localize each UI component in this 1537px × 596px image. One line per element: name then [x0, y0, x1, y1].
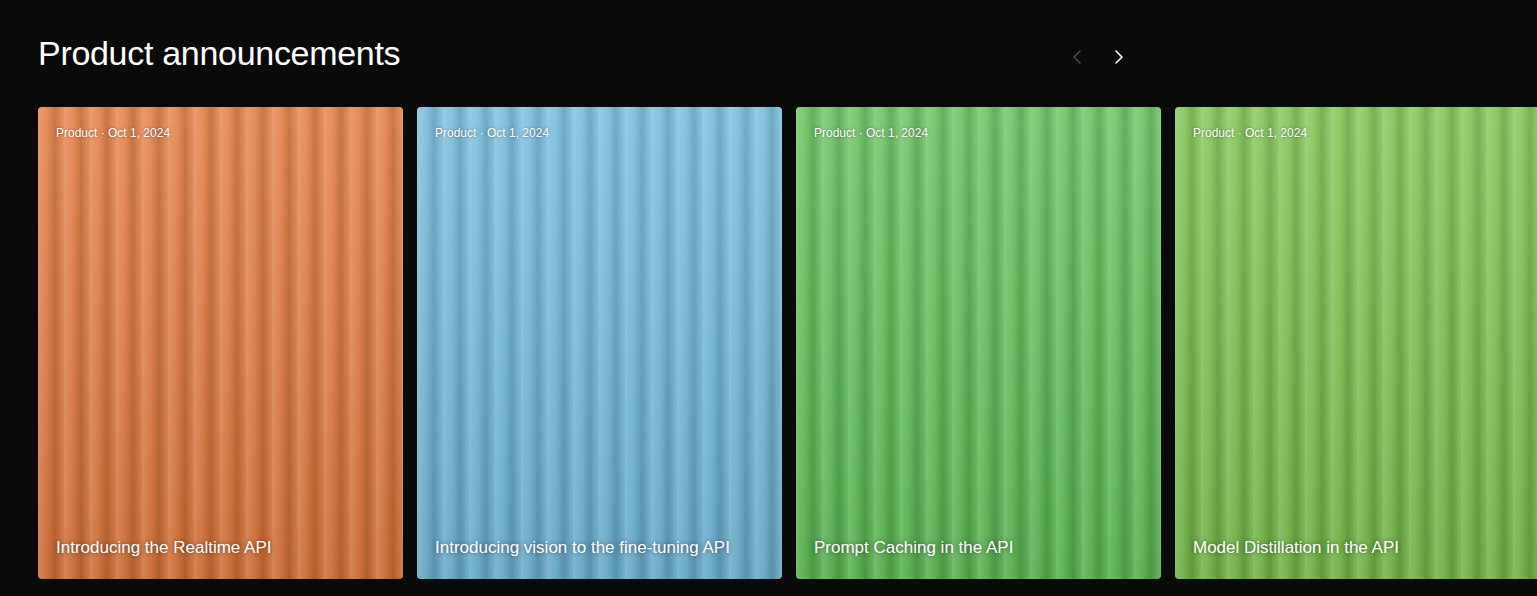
announcement-card[interactable]: Product · Oct 1, 2024 Prompt Caching in … [796, 107, 1161, 579]
card-meta: Product · Oct 1, 2024 [56, 126, 385, 140]
card-artwork [796, 107, 1161, 579]
section-header: Product announcements [38, 30, 1132, 76]
announcement-card[interactable]: Product · Oct 1, 2024 Introducing vision… [417, 107, 782, 579]
section-title: Product announcements [38, 34, 400, 73]
card-carousel: Product · Oct 1, 2024 Introducing the Re… [38, 107, 1537, 579]
card-meta: Product · Oct 1, 2024 [435, 126, 764, 140]
card-artwork [1175, 107, 1537, 579]
prev-button[interactable] [1064, 43, 1092, 71]
chevron-right-icon [1111, 49, 1125, 65]
next-button[interactable] [1104, 43, 1132, 71]
card-artwork [417, 107, 782, 579]
card-title: Introducing vision to the fine-tuning AP… [435, 537, 764, 558]
card-meta: Product · Oct 1, 2024 [1193, 126, 1522, 140]
card-title: Introducing the Realtime API [56, 537, 385, 558]
chevron-left-icon [1071, 49, 1085, 65]
page: Product announcements Product · Oct 1, 2… [0, 0, 1537, 596]
card-title: Prompt Caching in the API [814, 537, 1143, 558]
carousel-nav [1064, 35, 1132, 71]
card-meta: Product · Oct 1, 2024 [814, 126, 1143, 140]
card-title: Model Distillation in the API [1193, 537, 1522, 558]
announcement-card[interactable]: Product · Oct 1, 2024 Model Distillation… [1175, 107, 1537, 579]
announcement-card[interactable]: Product · Oct 1, 2024 Introducing the Re… [38, 107, 403, 579]
card-artwork [38, 107, 403, 579]
